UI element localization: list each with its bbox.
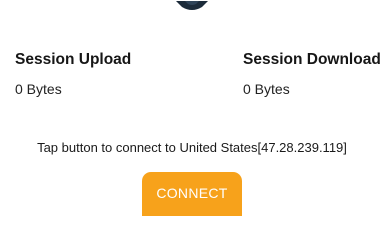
session-upload-stat: Session Upload 0 Bytes	[15, 51, 131, 97]
session-download-title: Session Download	[243, 51, 381, 68]
session-download-value: 0 Bytes	[243, 81, 290, 97]
shield-icon	[168, 0, 216, 12]
connect-button[interactable]: CONNECT	[142, 172, 242, 216]
session-download-stat: Session Download 0 Bytes	[243, 51, 381, 97]
session-upload-value: 0 Bytes	[15, 81, 62, 97]
vpn-home-screen: Session Upload 0 Bytes Session Download …	[0, 0, 384, 216]
session-upload-title: Session Upload	[15, 51, 132, 68]
connect-hint-text: Tap button to connect to United States[4…	[37, 140, 347, 155]
